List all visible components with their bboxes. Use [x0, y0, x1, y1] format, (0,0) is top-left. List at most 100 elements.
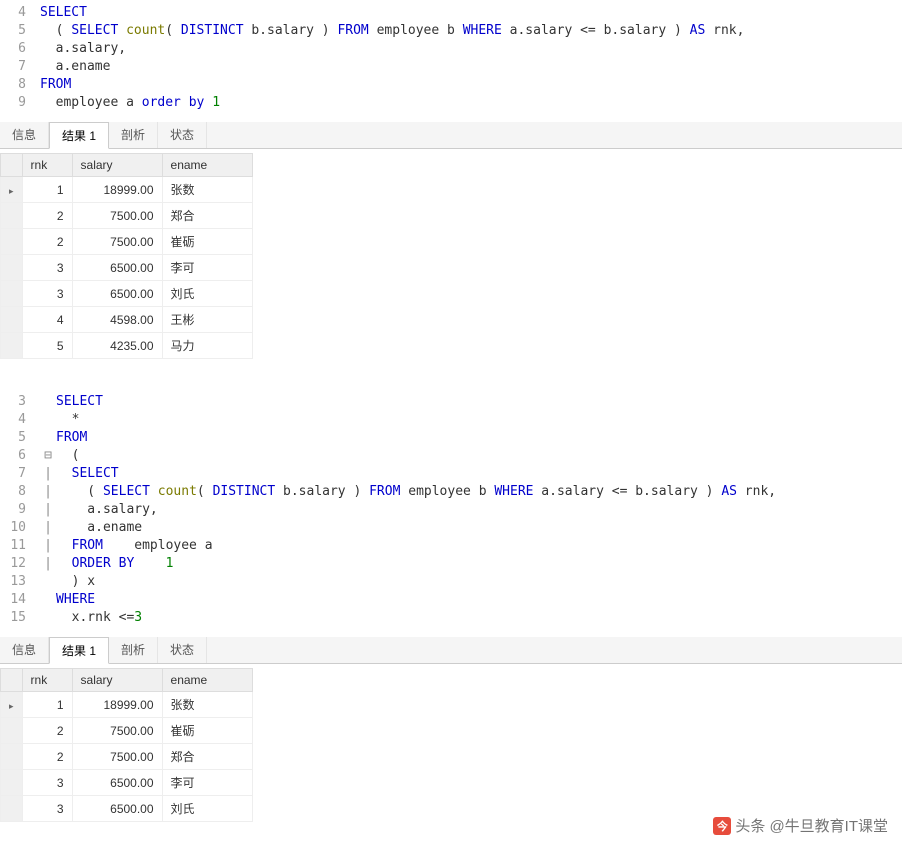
table-row[interactable]: 36500.00刘氏 [1, 796, 253, 822]
row-handle[interactable] [1, 744, 23, 770]
code-content[interactable]: SELECT [56, 465, 902, 483]
cell-salary[interactable]: 7500.00 [72, 718, 162, 744]
code-content[interactable]: ( [56, 447, 902, 465]
cell-ename[interactable]: 刘氏 [162, 281, 252, 307]
cell-rnk[interactable]: 1 [22, 692, 72, 718]
cell-salary[interactable]: 6500.00 [72, 770, 162, 796]
code-content[interactable]: WHERE [56, 591, 902, 609]
row-handle[interactable] [1, 718, 23, 744]
code-content[interactable]: FROM [56, 429, 902, 447]
row-handle[interactable] [1, 281, 23, 307]
code-content[interactable]: SELECT [40, 4, 902, 22]
cell-salary[interactable]: 6500.00 [72, 281, 162, 307]
cell-ename[interactable]: 郑合 [162, 203, 252, 229]
code-content[interactable]: employee a order by 1 [40, 94, 902, 112]
row-handle[interactable] [1, 796, 23, 822]
cell-ename[interactable]: 郑合 [162, 744, 252, 770]
code-line[interactable]: 5FROM [0, 429, 902, 447]
row-handle[interactable] [1, 770, 23, 796]
cell-rnk[interactable]: 2 [22, 744, 72, 770]
row-handle[interactable] [1, 177, 23, 203]
cell-salary[interactable]: 7500.00 [72, 744, 162, 770]
col-header-ename[interactable]: ename [162, 154, 252, 177]
code-line[interactable]: 13 ) x [0, 573, 902, 591]
cell-salary[interactable]: 7500.00 [72, 203, 162, 229]
tab-result-1[interactable]: 结果 1 [49, 122, 109, 149]
table-row[interactable]: 54235.00马力 [1, 333, 253, 359]
cell-rnk[interactable]: 2 [22, 203, 72, 229]
row-handle[interactable] [1, 307, 23, 333]
cell-salary[interactable]: 4235.00 [72, 333, 162, 359]
code-content[interactable]: * [56, 411, 902, 429]
tab-info[interactable]: 信息 [0, 637, 49, 663]
col-header-rnk[interactable]: rnk [22, 669, 72, 692]
code-content[interactable]: FROM employee a [56, 537, 902, 555]
table-row[interactable]: 27500.00郑合 [1, 203, 253, 229]
cell-ename[interactable]: 刘氏 [162, 796, 252, 822]
cell-rnk[interactable]: 3 [22, 796, 72, 822]
results-grid-2[interactable]: rnk salary ename 118999.00张数27500.00崔砺27… [0, 668, 253, 822]
code-line[interactable]: 5 ( SELECT count( DISTINCT b.salary ) FR… [0, 22, 902, 40]
row-handle[interactable] [1, 203, 23, 229]
tab-status[interactable]: 状态 [158, 122, 207, 148]
tab-status[interactable]: 状态 [158, 637, 207, 663]
cell-rnk[interactable]: 3 [22, 770, 72, 796]
code-line[interactable]: 4 * [0, 411, 902, 429]
cell-salary[interactable]: 6500.00 [72, 796, 162, 822]
code-line[interactable]: 9 employee a order by 1 [0, 94, 902, 112]
cell-ename[interactable]: 马力 [162, 333, 252, 359]
row-handle[interactable] [1, 692, 23, 718]
code-line[interactable]: 9| a.salary, [0, 501, 902, 519]
cell-rnk[interactable]: 3 [22, 255, 72, 281]
cell-ename[interactable]: 李可 [162, 255, 252, 281]
sql-editor-2[interactable]: 3SELECT4 *5FROM6⊟ (7| SELECT8| ( SELECT … [0, 389, 902, 631]
code-line[interactable]: 15 x.rnk <=3 [0, 609, 902, 627]
sql-editor-1[interactable]: 4SELECT5 ( SELECT count( DISTINCT b.sala… [0, 0, 902, 116]
code-line[interactable]: 4SELECT [0, 4, 902, 22]
results-grid-1[interactable]: rnk salary ename 118999.00张数27500.00郑合27… [0, 153, 253, 359]
col-header-salary[interactable]: salary [72, 154, 162, 177]
cell-salary[interactable]: 6500.00 [72, 255, 162, 281]
cell-rnk[interactable]: 2 [22, 229, 72, 255]
tab-analyze[interactable]: 剖析 [109, 122, 158, 148]
cell-ename[interactable]: 崔砺 [162, 718, 252, 744]
table-row[interactable]: 118999.00张数 [1, 692, 253, 718]
col-header-salary[interactable]: salary [72, 669, 162, 692]
code-content[interactable]: a.ename [40, 58, 902, 76]
code-line[interactable]: 14WHERE [0, 591, 902, 609]
code-line[interactable]: 11| FROM employee a [0, 537, 902, 555]
table-row[interactable]: 36500.00刘氏 [1, 281, 253, 307]
cell-salary[interactable]: 7500.00 [72, 229, 162, 255]
code-content[interactable]: a.salary, [56, 501, 902, 519]
code-content[interactable]: a.salary, [40, 40, 902, 58]
code-line[interactable]: 8| ( SELECT count( DISTINCT b.salary ) F… [0, 483, 902, 501]
col-header-ename[interactable]: ename [162, 669, 252, 692]
col-header-rnk[interactable]: rnk [22, 154, 72, 177]
cell-rnk[interactable]: 5 [22, 333, 72, 359]
cell-rnk[interactable]: 2 [22, 718, 72, 744]
fold-marker[interactable]: ⊟ [40, 447, 56, 465]
code-line[interactable]: 8FROM [0, 76, 902, 94]
code-content[interactable]: SELECT [56, 393, 902, 411]
tab-info[interactable]: 信息 [0, 122, 49, 148]
row-handle[interactable] [1, 229, 23, 255]
table-row[interactable]: 118999.00张数 [1, 177, 253, 203]
table-row[interactable]: 36500.00李可 [1, 255, 253, 281]
code-line[interactable]: 12| ORDER BY 1 [0, 555, 902, 573]
cell-ename[interactable]: 王彬 [162, 307, 252, 333]
cell-salary[interactable]: 18999.00 [72, 692, 162, 718]
table-row[interactable]: 27500.00郑合 [1, 744, 253, 770]
cell-ename[interactable]: 张数 [162, 692, 252, 718]
cell-rnk[interactable]: 4 [22, 307, 72, 333]
code-line[interactable]: 6 a.salary, [0, 40, 902, 58]
table-row[interactable]: 27500.00崔砺 [1, 718, 253, 744]
code-line[interactable]: 7| SELECT [0, 465, 902, 483]
code-content[interactable]: a.ename [56, 519, 902, 537]
code-line[interactable]: 7 a.ename [0, 58, 902, 76]
tab-result-1[interactable]: 结果 1 [49, 637, 109, 664]
code-line[interactable]: 3SELECT [0, 393, 902, 411]
row-handle[interactable] [1, 255, 23, 281]
code-content[interactable]: ( SELECT count( DISTINCT b.salary ) FROM… [56, 483, 902, 501]
table-row[interactable]: 27500.00崔砺 [1, 229, 253, 255]
code-line[interactable]: 10| a.ename [0, 519, 902, 537]
